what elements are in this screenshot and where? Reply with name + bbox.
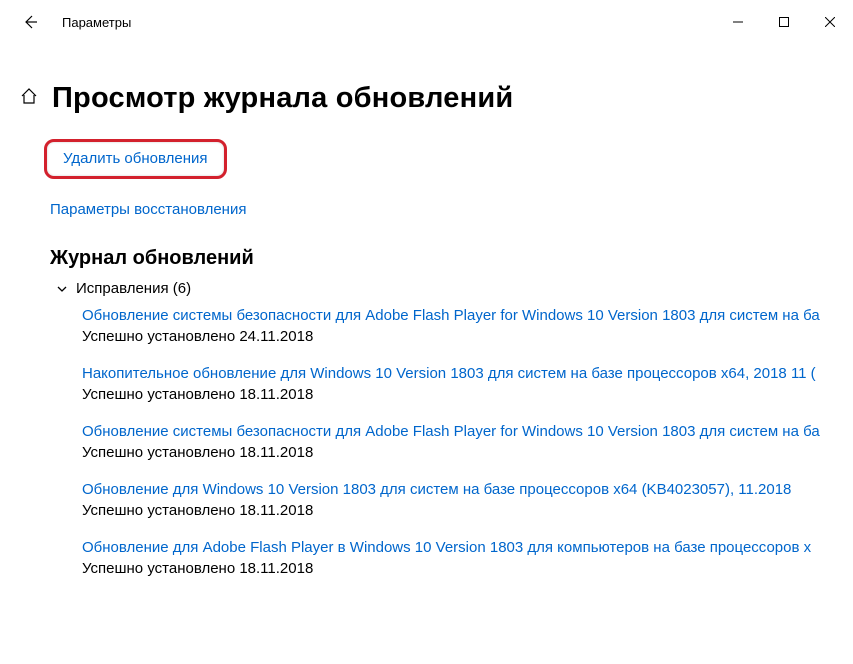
uninstall-updates-link[interactable]: Удалить обновления <box>63 150 208 167</box>
fixes-group-label: Исправления (6) <box>76 280 191 297</box>
update-item: Обновление системы безопасности для Adob… <box>82 307 833 345</box>
update-item: Накопительное обновление для Windows 10 … <box>82 365 833 403</box>
update-status: Успешно установлено 24.11.2018 <box>82 328 833 345</box>
update-status: Успешно установлено 18.11.2018 <box>82 386 833 403</box>
update-status: Успешно установлено 18.11.2018 <box>82 560 833 577</box>
window-controls <box>715 6 853 38</box>
uninstall-highlight: Удалить обновления <box>44 139 227 179</box>
titlebar: Параметры <box>0 0 853 44</box>
app-title: Параметры <box>62 15 131 30</box>
update-link[interactable]: Обновление для Adobe Flash Player в Wind… <box>82 539 833 556</box>
minimize-icon <box>733 17 743 27</box>
update-item: Обновление системы безопасности для Adob… <box>82 423 833 461</box>
fixes-group-toggle[interactable]: Исправления (6) <box>54 280 833 297</box>
maximize-icon <box>779 17 789 27</box>
update-link[interactable]: Обновление системы безопасности для Adob… <box>82 423 833 440</box>
update-link[interactable]: Обновление для Windows 10 Version 1803 д… <box>82 481 833 498</box>
update-status: Успешно установлено 18.11.2018 <box>82 444 833 461</box>
content-area: Просмотр журнала обновлений Удалить обно… <box>0 82 853 577</box>
arrow-left-icon <box>21 13 39 31</box>
update-item: Обновление для Adobe Flash Player в Wind… <box>82 539 833 577</box>
page-header: Просмотр журнала обновлений <box>50 82 833 115</box>
minimize-button[interactable] <box>715 6 761 38</box>
chevron-down-icon <box>54 281 70 297</box>
back-button[interactable] <box>16 8 44 36</box>
update-item: Обновление для Windows 10 Version 1803 д… <box>82 481 833 519</box>
update-link[interactable]: Накопительное обновление для Windows 10 … <box>82 365 833 382</box>
close-button[interactable] <box>807 6 853 38</box>
maximize-button[interactable] <box>761 6 807 38</box>
close-icon <box>825 17 835 27</box>
journal-heading: Журнал обновлений <box>50 247 833 270</box>
recovery-options-link[interactable]: Параметры восстановления <box>50 201 246 218</box>
page-title: Просмотр журнала обновлений <box>52 82 513 115</box>
home-icon[interactable] <box>20 87 38 110</box>
update-link[interactable]: Обновление системы безопасности для Adob… <box>82 307 833 324</box>
update-status: Успешно установлено 18.11.2018 <box>82 502 833 519</box>
